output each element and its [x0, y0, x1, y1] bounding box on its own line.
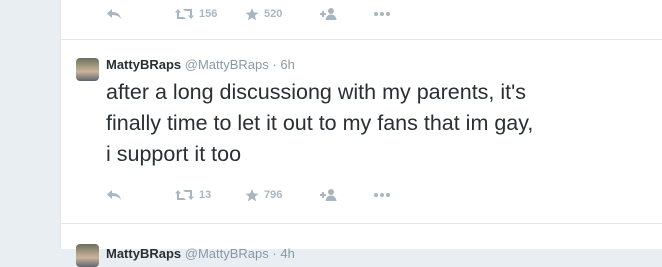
tweet-card[interactable]: MattyBRaps @MattyBRaps · 6h after a long…	[60, 40, 662, 224]
favorite-button[interactable]: 796	[245, 187, 320, 203]
timestamp[interactable]: 4h	[280, 246, 294, 261]
retweet-count: 13	[199, 189, 212, 201]
star-icon	[245, 188, 259, 202]
display-name[interactable]: MattyBRaps	[106, 57, 181, 72]
reply-icon	[106, 8, 122, 20]
tweet-text: after a long discussiong with my parents…	[106, 80, 534, 166]
tweet-actions: 156 520	[106, 6, 390, 22]
timestamp[interactable]: 6h	[280, 57, 294, 72]
tweet-header: MattyBRaps @MattyBRaps · 6h	[106, 57, 295, 72]
more-button[interactable]	[374, 187, 390, 203]
avatar[interactable]	[76, 58, 99, 81]
retweet-icon	[175, 8, 194, 20]
more-icon	[374, 12, 390, 16]
reply-icon	[106, 189, 122, 201]
star-icon	[245, 7, 259, 21]
username[interactable]: @MattyBRaps	[185, 57, 269, 72]
reply-button[interactable]	[106, 187, 175, 203]
retweet-button[interactable]: 156	[175, 6, 245, 22]
retweet-count: 156	[199, 8, 218, 20]
follow-icon	[320, 189, 337, 201]
favorite-count: 520	[264, 8, 283, 20]
tweet-header: MattyBRaps @MattyBRaps · 4h	[106, 246, 295, 261]
reply-button[interactable]	[106, 6, 175, 22]
more-button[interactable]	[374, 6, 390, 22]
retweet-icon	[175, 189, 194, 201]
tweet-card[interactable]: MattyBRaps @MattyBRaps · 4h	[60, 224, 662, 267]
retweet-button[interactable]: 13	[175, 187, 245, 203]
follow-button[interactable]	[320, 187, 374, 203]
avatar[interactable]	[76, 244, 99, 267]
username[interactable]: @MattyBRaps	[185, 246, 269, 261]
favorite-button[interactable]: 520	[245, 6, 320, 22]
more-icon	[374, 193, 390, 197]
follow-icon	[320, 8, 337, 20]
separator: ·	[272, 57, 277, 72]
favorite-count: 796	[264, 189, 283, 201]
display-name[interactable]: MattyBRaps	[106, 246, 181, 261]
tweet-card: 156 520	[60, 0, 662, 40]
separator: ·	[272, 246, 277, 261]
tweet-actions: 13 796	[106, 187, 390, 203]
follow-button[interactable]	[320, 6, 374, 22]
